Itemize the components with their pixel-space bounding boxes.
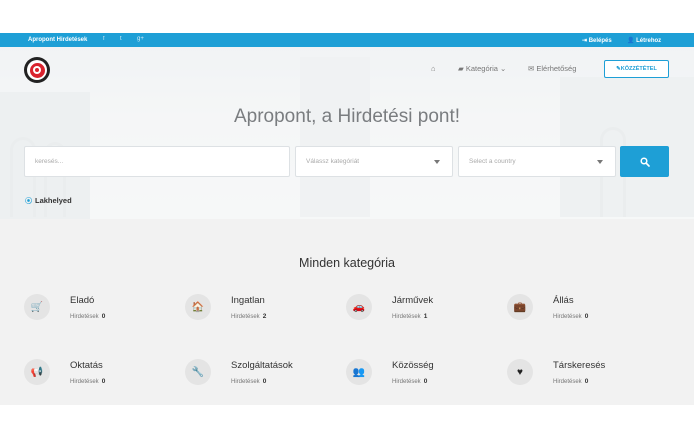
count-value: 0 bbox=[584, 378, 589, 385]
category-count: Hirdetések 0 bbox=[70, 313, 105, 320]
home-nav-icon[interactable]: ⌂ bbox=[431, 64, 436, 73]
count-label: Hirdetések bbox=[70, 314, 99, 320]
count-label: Hirdetések bbox=[70, 379, 99, 385]
caret-down-icon bbox=[434, 160, 440, 164]
category-count: Hirdetések 0 bbox=[231, 378, 266, 385]
count-value: 0 bbox=[262, 378, 267, 385]
category-name: Ingatlan bbox=[231, 295, 265, 306]
categories-heading: Minden kategória bbox=[299, 256, 395, 270]
category-count: Hirdetések 1 bbox=[392, 313, 427, 320]
category-name: Állás bbox=[553, 295, 574, 306]
search-icon bbox=[639, 156, 650, 167]
page: Apropont Hirdetések f t g+ ⇥ Belépés 👤 L… bbox=[0, 0, 694, 436]
top-bar: Apropont Hirdetések f t g+ ⇥ Belépés 👤 L… bbox=[0, 33, 694, 47]
search-placeholder: keresés... bbox=[35, 158, 64, 165]
contact-label: Elérhetőség bbox=[536, 64, 577, 73]
briefcase-icon: 💼 bbox=[507, 294, 533, 320]
category-item[interactable]: 🚗 Járművek Hirdetések 1 bbox=[346, 294, 496, 328]
user-icon: 👤 bbox=[627, 38, 637, 44]
hero-title: Apropont, a Hirdetési pont! bbox=[233, 106, 461, 127]
category-count: Hirdetések 0 bbox=[392, 378, 427, 385]
post-ad-button[interactable]: ✎ KÖZZÉTÉTEL bbox=[604, 60, 669, 78]
category-label: Kategória bbox=[465, 64, 498, 73]
category-item[interactable]: 📢 Oktatás Hirdetések 0 bbox=[24, 359, 174, 393]
count-label: Hirdetések bbox=[553, 379, 582, 385]
count-value: 0 bbox=[101, 313, 106, 320]
category-count: Hirdetések 0 bbox=[553, 378, 588, 385]
wrench-icon: 🔧 bbox=[185, 359, 211, 385]
car-icon: 🚗 bbox=[346, 294, 372, 320]
category-name: Oktatás bbox=[70, 360, 103, 371]
users-icon: 👥 bbox=[346, 359, 372, 385]
register-label: Létrehoz bbox=[636, 38, 662, 44]
category-select[interactable]: Válassz kategóriát bbox=[295, 146, 453, 177]
heart-icon: ♥ bbox=[507, 359, 533, 385]
category-item[interactable]: 💼 Állás Hirdetések 0 bbox=[507, 294, 657, 328]
chevron-down-icon: ⌄ bbox=[497, 64, 507, 73]
country-select[interactable]: Select a country bbox=[458, 146, 616, 177]
count-value: 0 bbox=[423, 378, 428, 385]
map-marker-icon: ⦿ bbox=[25, 198, 32, 205]
category-name: Társkeresés bbox=[553, 360, 606, 371]
twitter-icon[interactable]: t bbox=[120, 36, 122, 42]
caret-down-icon bbox=[597, 160, 603, 164]
login-icon: ⇥ bbox=[582, 38, 589, 44]
count-value: 0 bbox=[101, 378, 106, 385]
home-icon: 🏠 bbox=[185, 294, 211, 320]
count-value: 0 bbox=[584, 313, 589, 320]
category-count: Hirdetések 2 bbox=[231, 313, 266, 320]
login-link[interactable]: ⇥ Belépés bbox=[582, 37, 612, 44]
category-count: Hirdetések 0 bbox=[70, 378, 105, 385]
search-button[interactable] bbox=[620, 146, 669, 177]
search-input[interactable]: keresés... bbox=[24, 146, 290, 177]
country-select-value: Select a country bbox=[469, 158, 516, 165]
count-label: Hirdetések bbox=[392, 379, 421, 385]
category-menu[interactable]: ▰ Kategória ⌄ bbox=[458, 64, 506, 73]
facebook-icon[interactable]: f bbox=[103, 36, 105, 42]
count-label: Hirdetések bbox=[231, 379, 260, 385]
category-select-value: Válassz kategóriát bbox=[306, 158, 360, 165]
login-label: Belépés bbox=[588, 38, 612, 44]
category-item[interactable]: ♥ Társkeresés Hirdetések 0 bbox=[507, 359, 657, 393]
site-logo[interactable] bbox=[24, 57, 50, 83]
count-label: Hirdetések bbox=[231, 314, 260, 320]
category-item[interactable]: 🛒 Eladó Hirdetések 0 bbox=[24, 294, 174, 328]
megaphone-icon: 📢 bbox=[24, 359, 50, 385]
category-item[interactable]: 👥 Közösség Hirdetések 0 bbox=[346, 359, 496, 393]
category-name: Közösség bbox=[392, 360, 434, 371]
brand-link[interactable]: Apropont Hirdetések bbox=[28, 37, 87, 43]
location-link[interactable]: ⦿ Lakhelyed bbox=[25, 196, 72, 206]
count-label: Hirdetések bbox=[553, 314, 582, 320]
category-name: Járművek bbox=[392, 295, 434, 306]
register-link[interactable]: 👤 Létrehoz bbox=[627, 37, 661, 44]
hero-banner bbox=[0, 47, 694, 219]
count-label: Hirdetések bbox=[392, 314, 421, 320]
category-count: Hirdetések 0 bbox=[553, 313, 588, 320]
folder-icon: ▰ bbox=[458, 64, 466, 73]
location-label: Lakhelyed bbox=[35, 196, 72, 205]
count-value: 2 bbox=[262, 313, 267, 320]
post-ad-label: KÖZZÉTÉTEL bbox=[620, 66, 657, 72]
category-item[interactable]: 🏠 Ingatlan Hirdetések 2 bbox=[185, 294, 335, 328]
google-plus-icon[interactable]: g+ bbox=[137, 36, 144, 42]
cart-icon: 🛒 bbox=[24, 294, 50, 320]
contact-link[interactable]: ✉ Elérhetőség bbox=[528, 64, 576, 73]
count-value: 1 bbox=[423, 313, 428, 320]
category-name: Eladó bbox=[70, 295, 95, 306]
category-item[interactable]: 🔧 Szolgáltatások Hirdetések 0 bbox=[185, 359, 335, 393]
category-name: Szolgáltatások bbox=[231, 360, 293, 371]
